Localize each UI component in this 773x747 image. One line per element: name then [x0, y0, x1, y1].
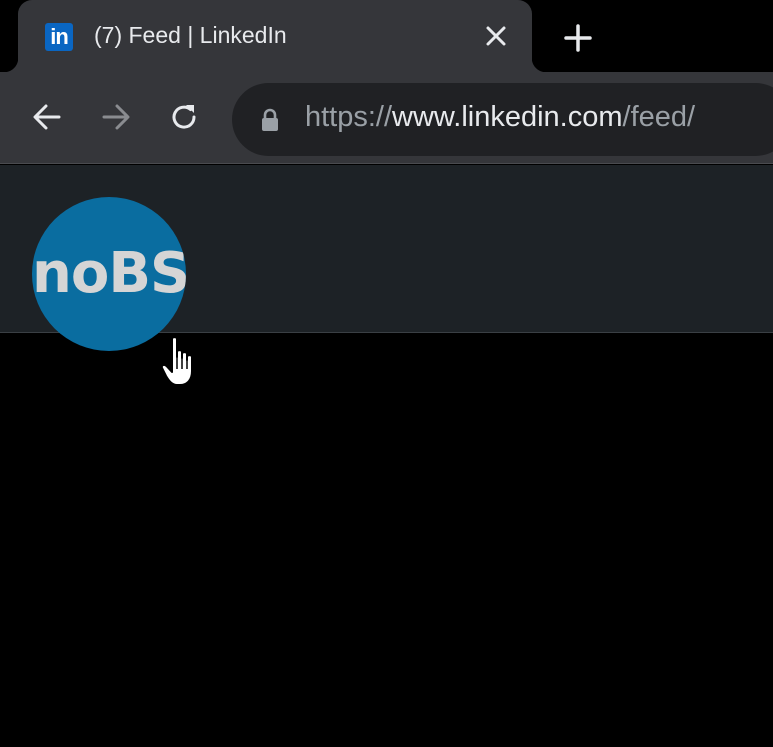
- plus-icon[interactable]: [560, 20, 596, 56]
- close-icon[interactable]: [480, 20, 512, 52]
- page-content: noBS: [0, 165, 773, 747]
- lock-icon[interactable]: [259, 107, 281, 133]
- tab-linkedin-feed[interactable]: in (7) Feed | LinkedIn: [4, 0, 546, 72]
- logo-text: noBS: [32, 241, 186, 306]
- back-arrow-icon[interactable]: [29, 99, 65, 135]
- url-path: /feed/: [622, 101, 696, 133]
- reload-icon[interactable]: [166, 99, 202, 135]
- page-header: noBS: [0, 165, 773, 351]
- linkedin-favicon-icon: in: [45, 23, 73, 51]
- url-text[interactable]: https://www.linkedin.com/feed/: [305, 101, 695, 134]
- forward-arrow-icon[interactable]: [98, 99, 134, 135]
- nobs-logo[interactable]: noBS: [32, 197, 186, 351]
- browser-toolbar: https://www.linkedin.com/feed/: [0, 72, 773, 164]
- url-host: www.linkedin.com: [392, 101, 623, 133]
- tab-strip: in (7) Feed | LinkedIn: [0, 0, 773, 72]
- url-scheme: https://: [305, 101, 393, 133]
- tab-title: (7) Feed | LinkedIn: [94, 22, 287, 48]
- hand-pointer-cursor-icon: [160, 336, 193, 386]
- address-bar[interactable]: https://www.linkedin.com/feed/: [232, 83, 773, 156]
